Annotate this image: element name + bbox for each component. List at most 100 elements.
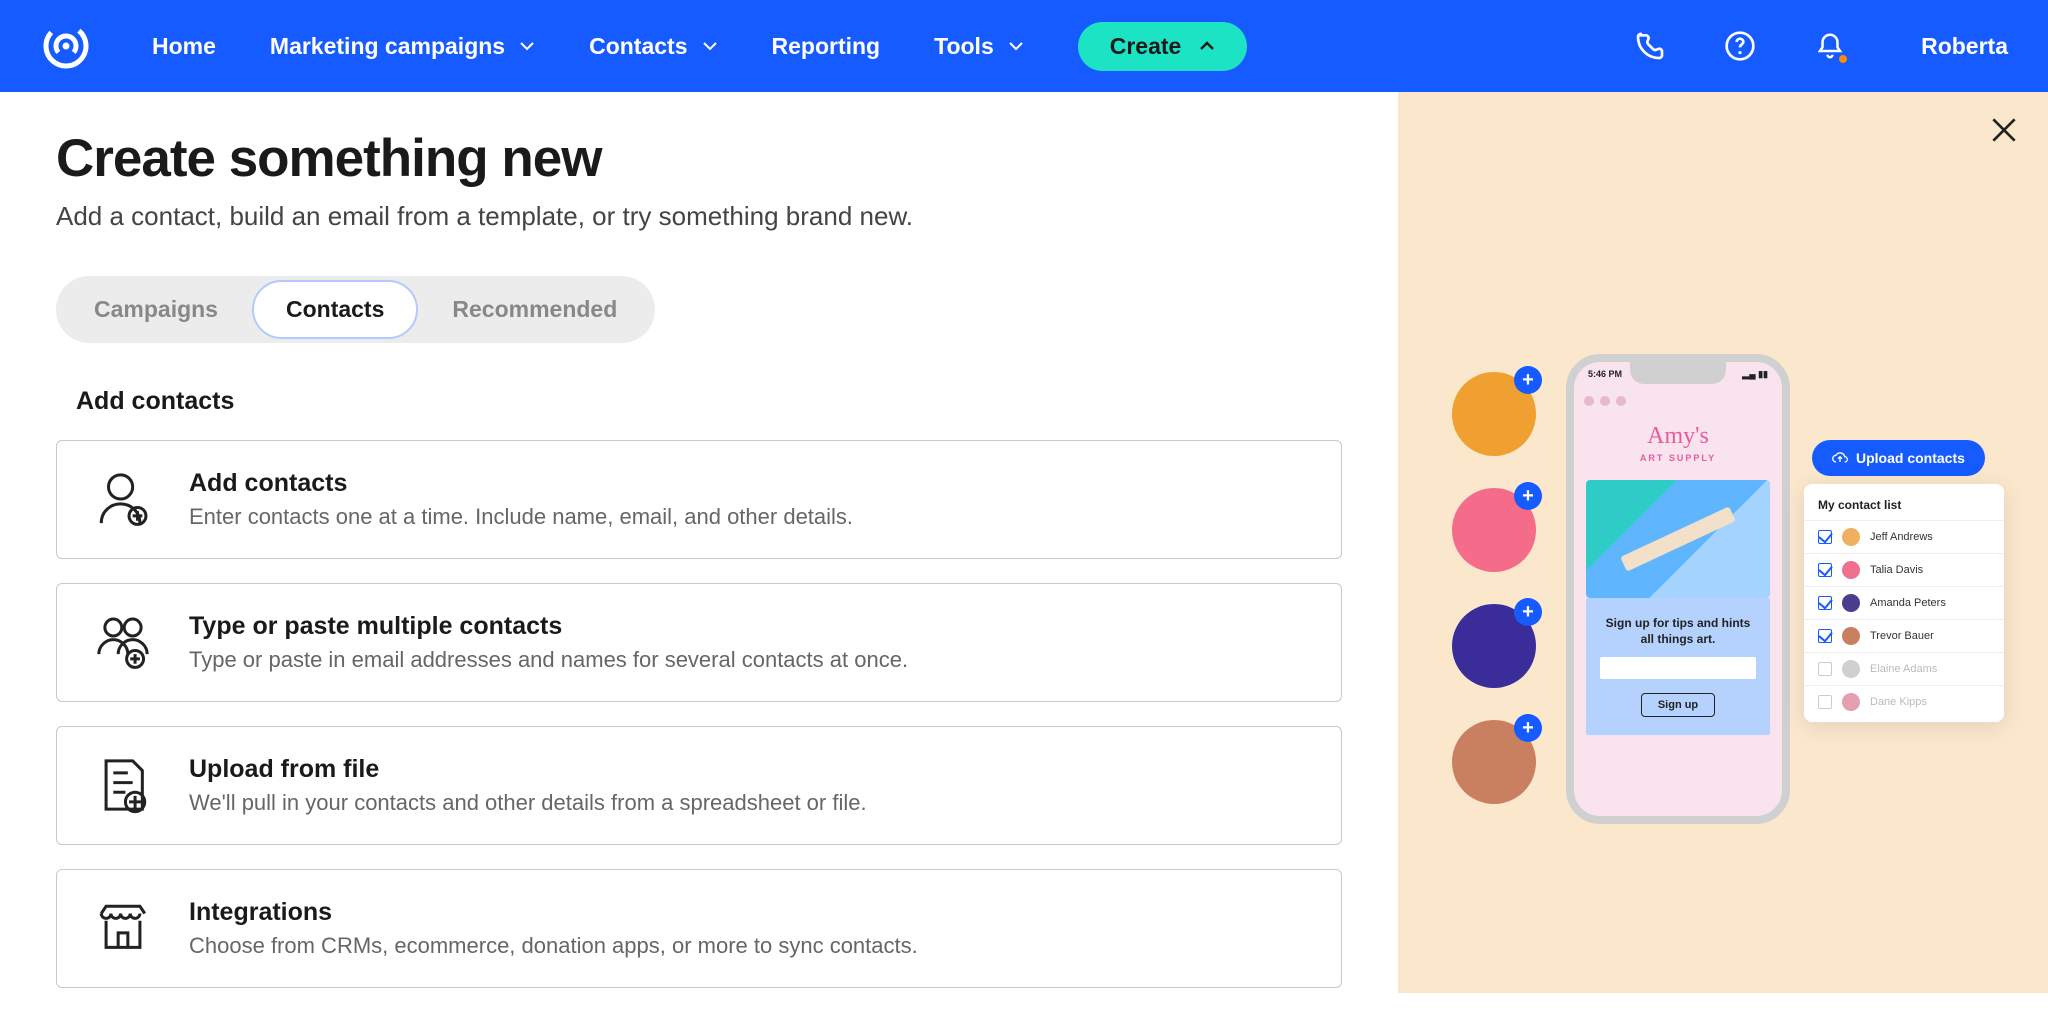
avatar: + <box>1452 720 1536 804</box>
contact-avatar <box>1842 528 1860 546</box>
avatar-column: + + + + <box>1452 372 1536 804</box>
contact-avatar <box>1842 660 1860 678</box>
card-add-contacts-desc: Enter contacts one at a time. Include na… <box>189 504 853 530</box>
notification-dot <box>1837 53 1849 65</box>
avatar: + <box>1452 372 1536 456</box>
nav-utility-icons: Roberta <box>1633 29 2008 63</box>
phone-brand-line2: ART SUPPLY <box>1640 453 1716 463</box>
main-area: Create something new Add a contact, buil… <box>0 92 2048 993</box>
notifications-icon[interactable] <box>1813 29 1847 63</box>
contact-avatar <box>1842 627 1860 645</box>
user-menu[interactable]: Roberta <box>1921 33 2008 60</box>
card-multi-desc: Type or paste in email addresses and nam… <box>189 647 908 673</box>
upload-contacts-label: Upload contacts <box>1856 450 1965 466</box>
contact-list-title: My contact list <box>1804 498 2004 520</box>
nav-reporting-label: Reporting <box>772 33 881 60</box>
nav-links: Home Marketing campaigns Contacts Report… <box>152 33 1024 60</box>
tab-contacts[interactable]: Contacts <box>252 280 418 339</box>
phone-browser-dots <box>1584 396 1626 406</box>
card-upload-file[interactable]: Upload from file We'll pull in your cont… <box>56 726 1342 845</box>
nav-marketing-campaigns[interactable]: Marketing campaigns <box>270 33 535 60</box>
contact-avatar <box>1842 594 1860 612</box>
avatar: + <box>1452 488 1536 572</box>
person-add-icon <box>93 469 153 529</box>
contact-name: Talia Davis <box>1870 564 1923 576</box>
chevron-up-icon <box>1199 38 1215 54</box>
cloud-upload-icon <box>1832 450 1848 466</box>
chevron-down-icon <box>702 38 718 54</box>
contact-name: Elaine Adams <box>1870 663 1937 675</box>
create-button-label: Create <box>1110 33 1182 60</box>
illustration: ++++ 5:46 PM ▂▄ ▮▮ Amy's ART SUPPLY Sign… <box>1452 354 2008 1033</box>
contact-row: Amanda Peters <box>1804 586 2004 619</box>
contact-avatar <box>1842 693 1860 711</box>
contact-avatar <box>1842 561 1860 579</box>
page-title: Create something new <box>56 128 1342 189</box>
nav-contacts-label: Contacts <box>589 33 687 60</box>
card-upload-title: Upload from file <box>189 755 867 784</box>
card-multi-contacts[interactable]: Type or paste multiple contacts Type or … <box>56 583 1342 702</box>
close-icon <box>1988 114 2020 146</box>
checkbox-icon <box>1818 596 1832 610</box>
nav-tools[interactable]: Tools <box>934 33 1024 60</box>
tab-contacts-label: Contacts <box>286 296 384 322</box>
tab-campaigns-label: Campaigns <box>94 296 218 322</box>
help-icon[interactable] <box>1723 29 1757 63</box>
upload-contacts-button[interactable]: Upload contacts <box>1812 440 1985 476</box>
checkbox-icon <box>1818 563 1832 577</box>
tab-recommended[interactable]: Recommended <box>418 280 651 339</box>
checkbox-icon <box>1818 662 1832 676</box>
tab-recommended-label: Recommended <box>452 296 617 322</box>
chevron-down-icon <box>1008 38 1024 54</box>
tab-bar: Campaigns Contacts Recommended <box>56 276 655 343</box>
user-name-label: Roberta <box>1921 33 2008 60</box>
card-add-contacts[interactable]: Add contacts Enter contacts one at a tim… <box>56 440 1342 559</box>
create-button[interactable]: Create <box>1078 22 1248 71</box>
card-upload-desc: We'll pull in your contacts and other de… <box>189 790 867 816</box>
contact-row: Trevor Bauer <box>1804 619 2004 652</box>
storefront-icon <box>93 898 153 958</box>
checkbox-icon <box>1818 629 1832 643</box>
contact-name: Dane Kipps <box>1870 696 1927 708</box>
phone-banner-input <box>1600 657 1756 679</box>
people-add-icon <box>93 612 153 672</box>
phone-icon[interactable] <box>1633 29 1667 63</box>
file-add-icon <box>93 755 153 815</box>
brand-logo[interactable] <box>40 20 92 72</box>
card-add-contacts-title: Add contacts <box>189 469 853 498</box>
nav-tools-label: Tools <box>934 33 994 60</box>
contact-row: Dane Kipps <box>1804 685 2004 718</box>
top-navbar: Home Marketing campaigns Contacts Report… <box>0 0 2048 92</box>
phone-brand-line1: Amy's <box>1574 424 1782 448</box>
contact-list-card: My contact list Jeff Andrews Talia Davis A… <box>1804 484 2004 722</box>
nav-home[interactable]: Home <box>152 33 216 60</box>
nav-reporting[interactable]: Reporting <box>772 33 881 60</box>
contact-name: Jeff Andrews <box>1870 531 1933 543</box>
contact-row: Jeff Andrews <box>1804 520 2004 553</box>
contact-name: Amanda Peters <box>1870 597 1946 609</box>
phone-signup-button: Sign up <box>1641 693 1715 717</box>
page-subtitle: Add a contact, build an email from a tem… <box>56 201 1342 232</box>
nav-campaigns-label: Marketing campaigns <box>270 33 505 60</box>
avatar-add-badge: + <box>1514 482 1542 510</box>
avatar-add-badge: + <box>1514 598 1542 626</box>
phone-brand: Amy's ART SUPPLY <box>1574 424 1782 466</box>
card-multi-title: Type or paste multiple contacts <box>189 612 908 641</box>
chevron-down-icon <box>519 38 535 54</box>
phone-banner-text: Sign up for tips and hints all things ar… <box>1600 616 1756 647</box>
tab-campaigns[interactable]: Campaigns <box>60 280 252 339</box>
avatar: + <box>1452 604 1536 688</box>
card-list: Add contacts Enter contacts one at a tim… <box>56 440 1342 988</box>
contact-name: Trevor Bauer <box>1870 630 1934 642</box>
nav-contacts[interactable]: Contacts <box>589 33 717 60</box>
contact-row: Elaine Adams <box>1804 652 2004 685</box>
card-integrations-desc: Choose from CRMs, ecommerce, donation ap… <box>189 933 918 959</box>
phone-banner: Sign up for tips and hints all things ar… <box>1586 598 1770 735</box>
phone-time: 5:46 PM <box>1588 369 1622 380</box>
card-integrations-title: Integrations <box>189 898 918 927</box>
checkbox-icon <box>1818 695 1832 709</box>
left-content: Create something new Add a contact, buil… <box>0 92 1398 993</box>
card-integrations[interactable]: Integrations Choose from CRMs, ecommerce… <box>56 869 1342 988</box>
section-heading: Add contacts <box>76 387 1342 416</box>
close-button[interactable] <box>1984 110 2024 150</box>
